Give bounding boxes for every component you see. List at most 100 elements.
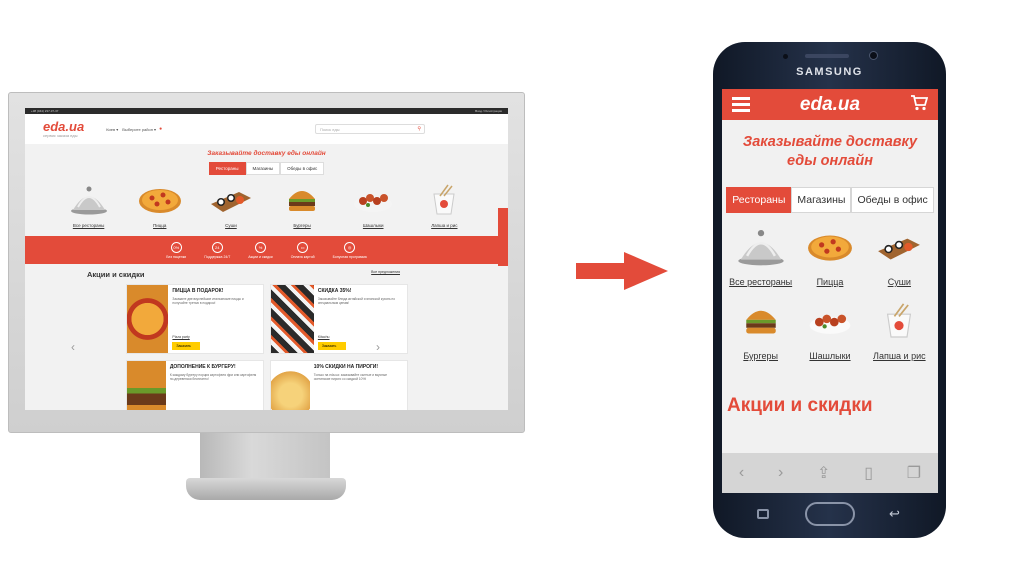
category-label: Лапша и рис [431,223,458,228]
tabs-icon[interactable]: ❐ [907,463,921,483]
feature-no-markup: 0% Без наценки [166,241,187,259]
login-link[interactable]: Вход / Регистрация [475,109,502,113]
tab-shops[interactable]: Магазины [791,187,852,213]
category-burgers[interactable]: Бургеры [726,301,795,361]
search-input[interactable]: Поиск еды ⚲ [315,124,425,134]
promo-card-title: СКИДКА 35%! [317,288,352,294]
chevron-right-icon[interactable]: › [376,340,380,354]
mobile-promo-title: Акции и скидки [727,395,873,416]
mobile-categories: Все рестораны Пицца Суши Бургеры Шашлыки… [722,227,938,361]
cloche-icon [737,227,785,267]
category-shashlik[interactable]: Шашлыки [343,183,403,228]
desktop-categories: Все рестораны Пицца Суши Бургеры Шашлыки… [25,183,508,228]
category-label: Шашлыки [809,351,851,361]
phone-speaker [805,54,849,58]
city-select[interactable]: Киев ▾ [106,127,118,132]
promo-title: Акции и скидки [87,270,145,279]
promo-header: Акции и скидки Все предложения [25,270,508,279]
feature-card-payment: ▭ Оплата картой [290,241,315,259]
percent-icon: % [254,241,266,253]
cart-icon[interactable] [910,95,929,114]
tab-office-lunch[interactable]: Обеды в офис [280,162,325,175]
order-button[interactable]: Заказать [172,342,201,350]
pie-photo [270,361,310,410]
category-label: Бургеры [293,223,311,228]
mobile-logo[interactable]: eda.ua [800,94,860,116]
mobile-header: eda.ua [722,89,938,120]
back-icon[interactable]: ↩ [889,506,900,522]
order-button[interactable]: Заказать [317,342,346,350]
front-camera-icon [869,51,878,60]
promo-card[interactable]: СКИДКА 35%! Заказывайте блюда китайской … [269,284,408,354]
category-burgers[interactable]: Бургеры [272,183,332,228]
promo-card-text: Заказывайте блюда китайской и японской к… [317,297,396,305]
feature-label: Оплата картой [290,254,315,259]
logo-text: eda.ua [43,118,85,134]
desktop-logo[interactable]: eda.ua сервис заказа еды [43,118,85,138]
burger-photo [126,361,166,410]
smartphone: SAMSUNG eda.ua Заказывайте доставку еды … [713,42,946,538]
category-label: Все рестораны [729,277,793,287]
monitor-neck [200,433,330,479]
feature-label: Бонусная программа [332,254,367,259]
feature-label: Без наценки [166,254,187,259]
home-button[interactable] [805,502,855,526]
district-select[interactable]: Выберите район ▾ [122,127,156,132]
mobile-headline: Заказывайте доставку еды онлайн [742,134,918,169]
cloche-icon [70,183,108,217]
bonus-icon: ◎ [344,241,356,253]
category-sushi[interactable]: Суши [201,183,261,228]
recent-apps-icon[interactable] [757,509,769,519]
desktop-tabs: Рестораны Магазины Обеды в офис [25,162,508,175]
pizza-photo [126,285,169,353]
promo-card[interactable]: 10% СКИДКИ НА ПИРОГИ! Только на eda.ua: … [269,360,408,410]
category-sushi[interactable]: Суши [865,227,934,287]
proximity-sensor [783,54,788,59]
chevron-left-icon[interactable]: ‹ [71,340,75,354]
search-icon[interactable]: ⚲ [417,126,421,132]
back-arrow-icon[interactable]: ‹ [739,464,744,482]
category-label: Бургеры [743,351,778,361]
card-icon: ▭ [297,241,309,253]
tab-restaurants[interactable]: Рестораны [726,187,792,213]
help-online-tab[interactable] [498,208,508,266]
category-noodles[interactable]: Лапша и рис [414,183,474,228]
category-all[interactable]: Все рестораны [59,183,119,228]
promo-grid: ‹ › ПИЦЦА В ПОДАРОК! Закажите две вкусне… [25,284,508,410]
burger-icon [287,183,317,217]
features-band: 0% Без наценки 24 Поддержка 24/7 % Акции и … [25,236,508,264]
all-offers-link[interactable]: Все предложения [371,270,400,279]
logo-tagline: сервис заказа еды [43,132,78,138]
category-pizza[interactable]: Пицца [130,183,190,228]
location-pin-icon: ● [159,126,163,132]
feature-label: Поддержка 24/7 [204,254,231,259]
tab-shops[interactable]: Магазины [245,162,281,175]
category-shashlik[interactable]: Шашлыки [795,301,864,361]
shashlik-icon [353,183,393,217]
desktop-header: eda.ua сервис заказа еды Киев ▾ Выберите… [25,114,508,144]
desktop-monitor: +38 (044) 237-37-37 Вход / Регистрация e… [8,92,525,502]
category-pizza[interactable]: Пицца [795,227,864,287]
promo-card[interactable]: ПИЦЦА В ПОДАРОК! Закажите две вкуснейшие… [125,284,264,354]
menu-icon[interactable] [732,97,750,112]
share-icon[interactable]: ⇪ [817,463,830,483]
promo-card[interactable]: ДОПОЛНЕНИЕ К БУРГЕРУ! К каждому бургеру … [125,360,264,410]
noodle-box-icon [430,183,458,217]
pizza-icon [807,227,853,267]
burger-icon [744,301,778,341]
promo-card-link[interactable]: Pizza party [172,335,258,339]
arrow-right-icon [576,252,668,295]
desktop-site: +38 (044) 237-37-37 Вход / Регистрация e… [25,108,508,410]
search-placeholder: Поиск еды [320,127,340,132]
category-all[interactable]: Все рестораны [726,227,795,287]
category-label: Суши [887,277,911,287]
forward-arrow-icon[interactable]: › [778,464,783,482]
feature-discounts: % Акции и скидки [248,241,273,259]
category-noodles[interactable]: Лапша и рис [865,301,934,361]
promo-card-link[interactable]: Kitachu [318,335,403,339]
tab-office-lunch[interactable]: Обеды в офис [851,187,934,213]
sushi-photo [270,285,314,353]
bookmarks-icon[interactable]: ▯ [864,463,873,483]
monitor-bezel: +38 (044) 237-37-37 Вход / Регистрация e… [8,92,525,433]
tab-restaurants[interactable]: Рестораны [208,162,246,175]
